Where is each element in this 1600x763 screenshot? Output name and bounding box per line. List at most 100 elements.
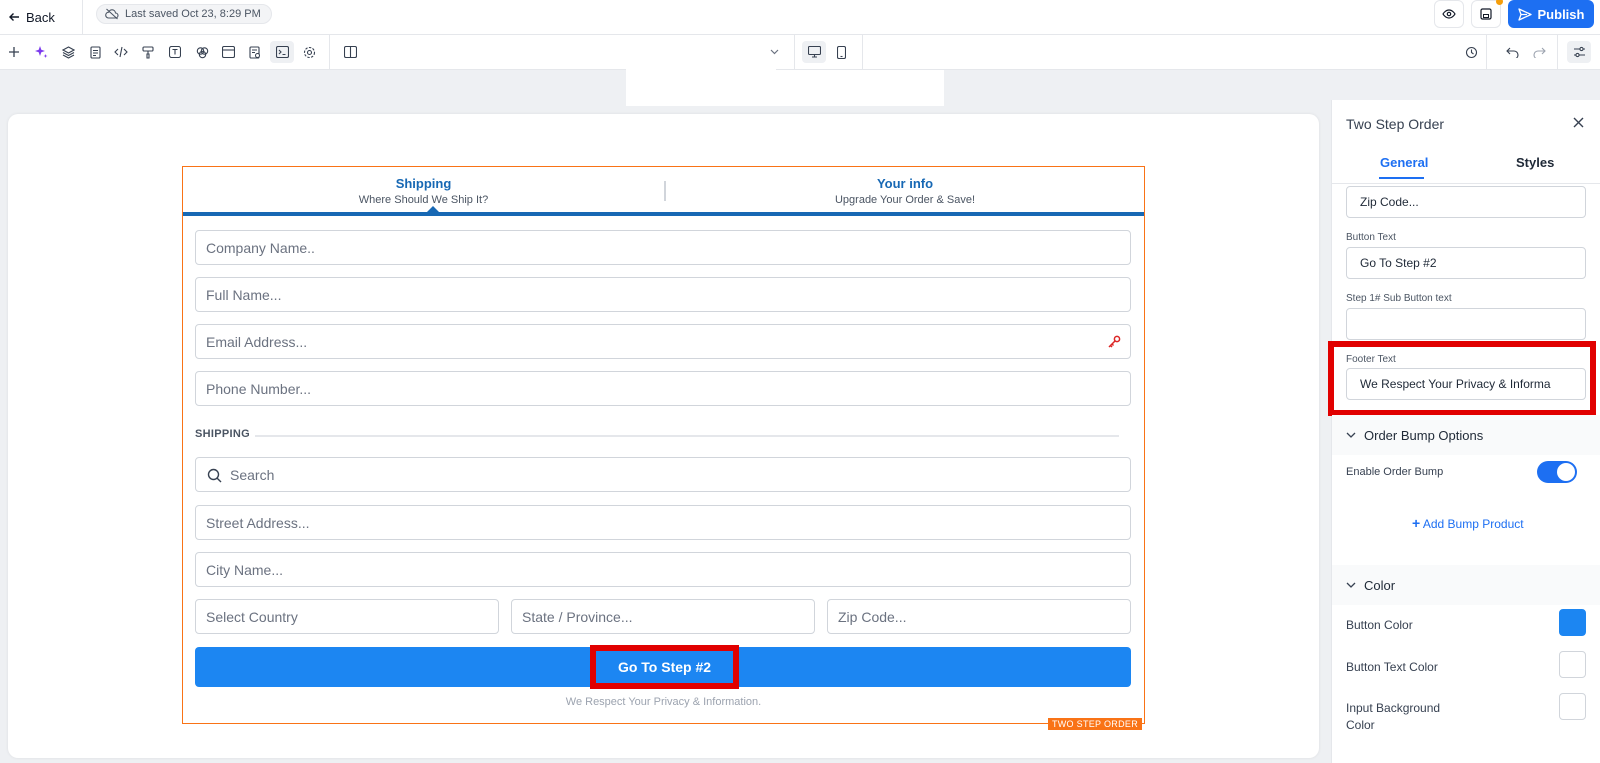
color-section-header[interactable]: Color — [1332, 565, 1600, 605]
step-title: Your info — [876, 176, 934, 191]
chevron-down-icon — [1346, 582, 1356, 588]
publish-label: Publish — [1537, 6, 1585, 22]
tab-your-info[interactable]: Your info Upgrade Your Order & Save! — [666, 176, 1144, 206]
shipping-section-label: SHIPPING — [195, 428, 250, 440]
step-subtitle: Upgrade Your Order & Save! — [834, 194, 976, 206]
sliders-icon[interactable] — [1567, 41, 1591, 63]
footer-text-input[interactable]: We Respect Your Privacy & Informa — [1346, 368, 1586, 400]
terminal-icon[interactable] — [270, 41, 294, 63]
close-icon — [1573, 117, 1583, 127]
key-icon — [1108, 335, 1121, 348]
section-title: Color — [1364, 577, 1396, 593]
divider — [862, 35, 863, 70]
zip-field[interactable]: Zip Code... — [827, 599, 1131, 634]
two-step-order-element[interactable]: Shipping Where Should We Ship It? Your i… — [182, 166, 1145, 730]
order-bump-section-header[interactable]: Order Bump Options — [1332, 415, 1600, 455]
top-bar: Back Last saved Oct 23, 8:29 PM Publish — [0, 0, 1600, 35]
plus-icon: + — [1412, 515, 1421, 531]
back-button[interactable]: Back — [8, 6, 55, 28]
street-address-field[interactable]: Street Address... — [195, 505, 1131, 540]
button-text-color-swatch[interactable] — [1559, 651, 1586, 678]
settings-cog-icon[interactable] — [297, 41, 321, 63]
tab-shipping[interactable]: Shipping Where Should We Ship It? — [183, 176, 664, 206]
full-name-field[interactable]: Full Name... — [195, 277, 1131, 312]
preview-button[interactable] — [1434, 0, 1464, 28]
search-icon — [207, 468, 222, 483]
divider — [1332, 183, 1600, 184]
split-view-icon[interactable] — [338, 41, 362, 63]
divider — [1557, 35, 1558, 70]
footer-text-label: Footer Text — [1346, 354, 1396, 365]
button-text-color-label: Button Text Color — [1346, 660, 1438, 674]
palette-icon[interactable] — [190, 41, 214, 63]
zip-placeholder-input[interactable]: Zip Code... — [1346, 186, 1586, 218]
button-text-label: Button Text — [1346, 232, 1396, 243]
page-icon[interactable] — [83, 41, 107, 63]
save-button[interactable] — [1471, 0, 1503, 28]
cloud-off-icon — [105, 8, 119, 20]
active-step-indicator — [426, 206, 440, 213]
city-field[interactable]: City Name... — [195, 552, 1131, 587]
close-button[interactable] — [1568, 112, 1588, 132]
footer-note: We Respect Your Privacy & Information. — [565, 696, 762, 708]
arrow-left-icon — [9, 13, 19, 21]
search-placeholder: Search — [230, 466, 275, 483]
redo-icon[interactable] — [1527, 41, 1551, 63]
eye-icon — [1442, 9, 1456, 19]
text-icon[interactable] — [163, 41, 187, 63]
history-icon[interactable] — [1459, 41, 1483, 63]
add-bump-product-link[interactable]: + Add Bump Product — [1412, 515, 1524, 531]
enable-order-bump-toggle[interactable] — [1537, 461, 1577, 483]
state-field[interactable]: State / Province... — [511, 599, 815, 634]
floppy-disk-icon — [1480, 8, 1492, 20]
address-search-field[interactable]: Search — [195, 457, 1131, 492]
button-text-input[interactable]: Go To Step #2 — [1346, 247, 1586, 279]
email-field[interactable]: Email Address... — [195, 324, 1131, 359]
save-status-pill: Last saved Oct 23, 8:29 PM — [96, 4, 272, 24]
go-to-step-2-button[interactable]: Go To Step #2 — [195, 645, 1131, 689]
button-color-swatch[interactable] — [1559, 609, 1586, 636]
page-selector[interactable] — [626, 35, 779, 70]
sub-button-text-input[interactable] — [1346, 308, 1586, 340]
desktop-icon — [807, 46, 821, 58]
divider — [82, 0, 83, 35]
send-icon — [1517, 7, 1532, 21]
notification-dot — [1496, 0, 1503, 5]
chevron-down-icon — [770, 49, 779, 55]
mobile-view-button[interactable] — [829, 41, 853, 63]
tab-general[interactable]: General — [1380, 155, 1428, 170]
settings-panel: Two Step Order General Styles Zip Code..… — [1328, 100, 1600, 763]
editor-toolbar — [0, 35, 1600, 70]
browser-icon[interactable] — [216, 41, 240, 63]
divider — [329, 35, 330, 70]
form-icon[interactable] — [243, 41, 267, 63]
country-select[interactable]: Select Country — [195, 599, 499, 634]
paint-roller-icon[interactable] — [136, 41, 160, 63]
phone-field[interactable]: Phone Number... — [195, 371, 1131, 406]
toggle-knob — [1557, 463, 1575, 481]
panel-title: Two Step Order — [1346, 116, 1445, 132]
company-name-field[interactable]: Company Name.. — [195, 230, 1131, 265]
plus-icon[interactable] — [2, 41, 26, 63]
sparkle-icon[interactable] — [29, 41, 53, 63]
last-saved-text: Last saved Oct 23, 8:29 PM — [125, 8, 261, 20]
email-placeholder: Email Address... — [206, 333, 308, 350]
tab-styles[interactable]: Styles — [1516, 155, 1554, 170]
step-subtitle: Where Should We Ship It? — [358, 194, 489, 206]
page-selector-dropdown-area — [626, 70, 944, 106]
button-label: Go To Step #2 — [617, 659, 712, 675]
step-tabs: Shipping Where Should We Ship It? Your i… — [183, 167, 1144, 216]
desktop-view-button[interactable] — [802, 41, 826, 63]
undo-icon[interactable] — [1500, 41, 1524, 63]
section-title: Order Bump Options — [1364, 427, 1484, 443]
publish-button[interactable]: Publish — [1508, 0, 1594, 28]
code-icon[interactable] — [109, 41, 133, 63]
element-type-tag: TWO STEP ORDER — [1047, 718, 1142, 730]
input-background-color-swatch[interactable] — [1559, 693, 1586, 720]
active-tab-underline — [1379, 177, 1424, 179]
chevron-down-icon — [1346, 432, 1356, 438]
layers-icon[interactable] — [56, 41, 80, 63]
step-title: Shipping — [395, 176, 452, 191]
enable-order-bump-label: Enable Order Bump — [1346, 466, 1444, 478]
back-label: Back — [26, 9, 55, 25]
